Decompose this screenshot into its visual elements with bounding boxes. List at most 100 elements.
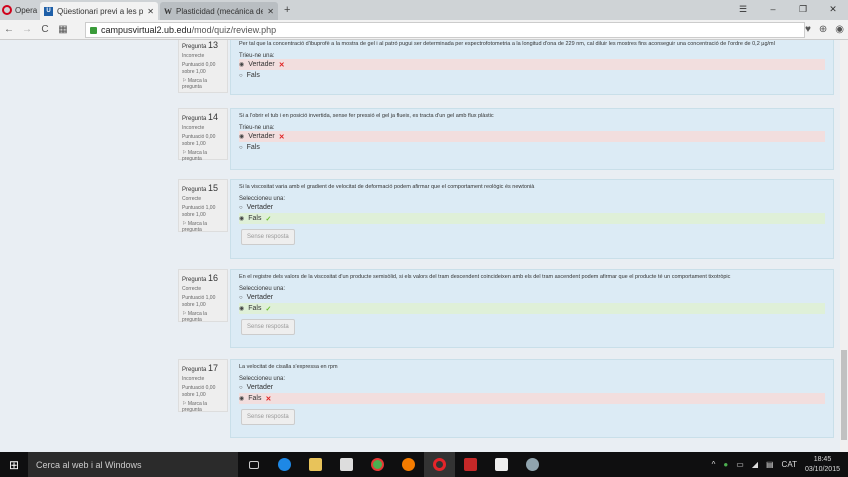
- question-content: La velocitat de cisalla s'expressa en rp…: [230, 359, 834, 438]
- radio-button[interactable]: ○: [239, 145, 243, 151]
- incorrect-icon: ✕: [265, 395, 272, 403]
- question-info: Pregunta 14 Incorrecte Puntuació 0,00 so…: [178, 108, 228, 163]
- flag-icon: ⚐: [182, 149, 187, 156]
- answer-option[interactable]: ◉ Vertader ✕: [239, 59, 825, 70]
- wikipedia-favicon-icon: W: [164, 6, 172, 16]
- answer-option[interactable]: ○ Vertader: [239, 382, 825, 393]
- taskbar-search-input[interactable]: Cerca al web i al Windows: [28, 452, 238, 477]
- radio-button[interactable]: ○: [239, 73, 243, 79]
- answer-option[interactable]: ○ Fals: [239, 142, 825, 153]
- wifi-icon[interactable]: ◢: [752, 460, 758, 469]
- flag-icon: ⚐: [182, 220, 187, 227]
- tab-bar: Opera UQüestionari previ a les pràctique…: [0, 0, 848, 20]
- radio-button[interactable]: ◉: [239, 133, 244, 140]
- answer-option[interactable]: ◉ Fals ✓: [239, 213, 825, 224]
- flag-question-link[interactable]: ⚐ Marca la pregunta: [182, 150, 224, 163]
- radio-button[interactable]: ○: [239, 295, 243, 301]
- answer-option[interactable]: ○ Vertader: [239, 292, 825, 303]
- no-answer-button[interactable]: Sense resposta: [241, 409, 295, 425]
- quiz-review: Pregunta 13 Incorrecte Puntuació 0,00 so…: [0, 40, 848, 452]
- flag-question-link[interactable]: ⚐ Marca la pregunta: [182, 311, 224, 324]
- incorrect-icon: ✕: [278, 61, 285, 69]
- incorrect-icon: ✕: [278, 133, 285, 141]
- answer-option[interactable]: ◉ Fals ✕: [239, 393, 825, 404]
- forward-button[interactable]: →: [18, 24, 36, 35]
- radio-button[interactable]: ○: [239, 205, 243, 211]
- clock[interactable]: 18:45 03/10/2015: [805, 455, 840, 473]
- windows-start-icon[interactable]: ⊞: [0, 458, 28, 472]
- edge-icon[interactable]: [269, 452, 300, 477]
- no-answer-button[interactable]: Sense resposta: [241, 319, 295, 335]
- account-icon[interactable]: ◉: [835, 24, 844, 35]
- radio-button[interactable]: ◉: [239, 395, 244, 402]
- question-text: En el registre dels valors de la viscosi…: [239, 274, 731, 280]
- answer-option[interactable]: ◉ Vertader ✕: [239, 131, 825, 142]
- radio-button[interactable]: ◉: [239, 305, 244, 312]
- flag-icon: ⚐: [182, 400, 187, 407]
- moodle-favicon-icon: U: [44, 6, 53, 16]
- answer-option[interactable]: ○ Vertader: [239, 202, 825, 213]
- maximize-button[interactable]: ❐: [788, 0, 818, 18]
- radio-button[interactable]: ◉: [239, 215, 244, 222]
- question-text: Si la viscositat varia amb el gradient d…: [239, 184, 535, 190]
- back-button[interactable]: ←: [0, 24, 18, 35]
- new-tab-button[interactable]: +: [284, 4, 290, 16]
- radio-button[interactable]: ○: [239, 385, 243, 391]
- close-tab-icon[interactable]: ✕: [267, 7, 274, 16]
- notifications-icon[interactable]: ▤: [766, 460, 774, 469]
- question-info: Pregunta 15 Correcte Puntuació 1,00 sobr…: [178, 179, 228, 234]
- question-text: Si a l'obrir el tub i en posició inverti…: [239, 113, 494, 119]
- correct-icon: ✓: [265, 305, 272, 313]
- windows-taskbar: ⊞ Cerca al web i al Windows ^ ● ▭ ◢ ▤ CA…: [0, 452, 848, 477]
- flag-icon: ⚐: [182, 77, 187, 84]
- flag-question-link[interactable]: ⚐ Marca la pregunta: [182, 401, 224, 414]
- question-info: Pregunta 16 Correcte Puntuació 1,00 sobr…: [178, 269, 228, 324]
- speed-dial-icon[interactable]: ▦: [54, 24, 72, 35]
- correct-icon: ✓: [265, 215, 272, 223]
- flag-icon: ⚐: [182, 310, 187, 317]
- security-icon[interactable]: ●: [723, 460, 728, 469]
- battery-icon[interactable]: ▭: [736, 460, 744, 469]
- acrobat-icon[interactable]: [455, 452, 486, 477]
- scrollbar[interactable]: [840, 40, 848, 452]
- show-hidden-icons[interactable]: ^: [712, 460, 716, 469]
- firefox-icon[interactable]: [393, 452, 424, 477]
- question-content: Si la viscositat varia amb el gradient d…: [230, 179, 834, 259]
- question-info: Pregunta 13 Incorrecte Puntuació 0,00 so…: [178, 40, 228, 93]
- radio-button[interactable]: ◉: [239, 61, 244, 68]
- question-text: La velocitat de cisalla s'expressa en rp…: [239, 364, 338, 370]
- lock-icon: [90, 26, 97, 34]
- question-content: En el registre dels valors de la viscosi…: [230, 269, 834, 348]
- close-tab-icon[interactable]: ✕: [147, 7, 154, 16]
- answer-option[interactable]: ○ Fals: [239, 70, 825, 81]
- no-answer-button[interactable]: Sense resposta: [241, 229, 295, 245]
- url-input[interactable]: campusvirtual2.ub.edu/mod/quiz/review.ph…: [85, 22, 805, 38]
- language-indicator[interactable]: CAT: [782, 460, 797, 469]
- download-icon[interactable]: ⊕: [819, 24, 827, 35]
- answer-option[interactable]: ◉ Fals ✓: [239, 303, 825, 314]
- opera-menu-button[interactable]: Opera: [0, 5, 40, 15]
- store-icon[interactable]: [331, 452, 362, 477]
- file-explorer-icon[interactable]: [300, 452, 331, 477]
- question-text: Per tal que la concentració d'ibuprofè a…: [239, 41, 775, 47]
- opera-logo-icon: [2, 5, 12, 15]
- chrome-icon[interactable]: [362, 452, 393, 477]
- calculator-icon[interactable]: [486, 452, 517, 477]
- address-bar: ← → C ▦ campusvirtual2.ub.edu/mod/quiz/r…: [0, 20, 848, 40]
- question-content: Per tal que la concentració d'ibuprofè a…: [230, 40, 834, 95]
- minimize-button[interactable]: –: [758, 0, 788, 18]
- close-window-button[interactable]: ✕: [818, 0, 848, 18]
- tab-plasticidad[interactable]: WPlasticidad (mecánica de sólidos)✕: [160, 2, 278, 20]
- flag-question-link[interactable]: ⚐ Marca la pregunta: [182, 221, 224, 234]
- reload-button[interactable]: C: [36, 24, 54, 35]
- question-content: Si a l'obrir el tub i en posició inverti…: [230, 108, 834, 170]
- opera-taskbar-icon[interactable]: [424, 452, 455, 477]
- tab-questionari[interactable]: UQüestionari previ a les pràctiques✕: [40, 2, 158, 20]
- scrollbar-thumb[interactable]: [841, 350, 847, 440]
- tab-menu-icon[interactable]: ☰: [728, 0, 758, 18]
- heart-icon[interactable]: ♥: [805, 24, 811, 35]
- app-icon[interactable]: [517, 452, 548, 477]
- question-info: Pregunta 17 Incorrecte Puntuació 0,00 so…: [178, 359, 228, 414]
- flag-question-link[interactable]: ⚐ Marca la pregunta: [182, 78, 224, 91]
- task-view-icon[interactable]: [238, 452, 269, 477]
